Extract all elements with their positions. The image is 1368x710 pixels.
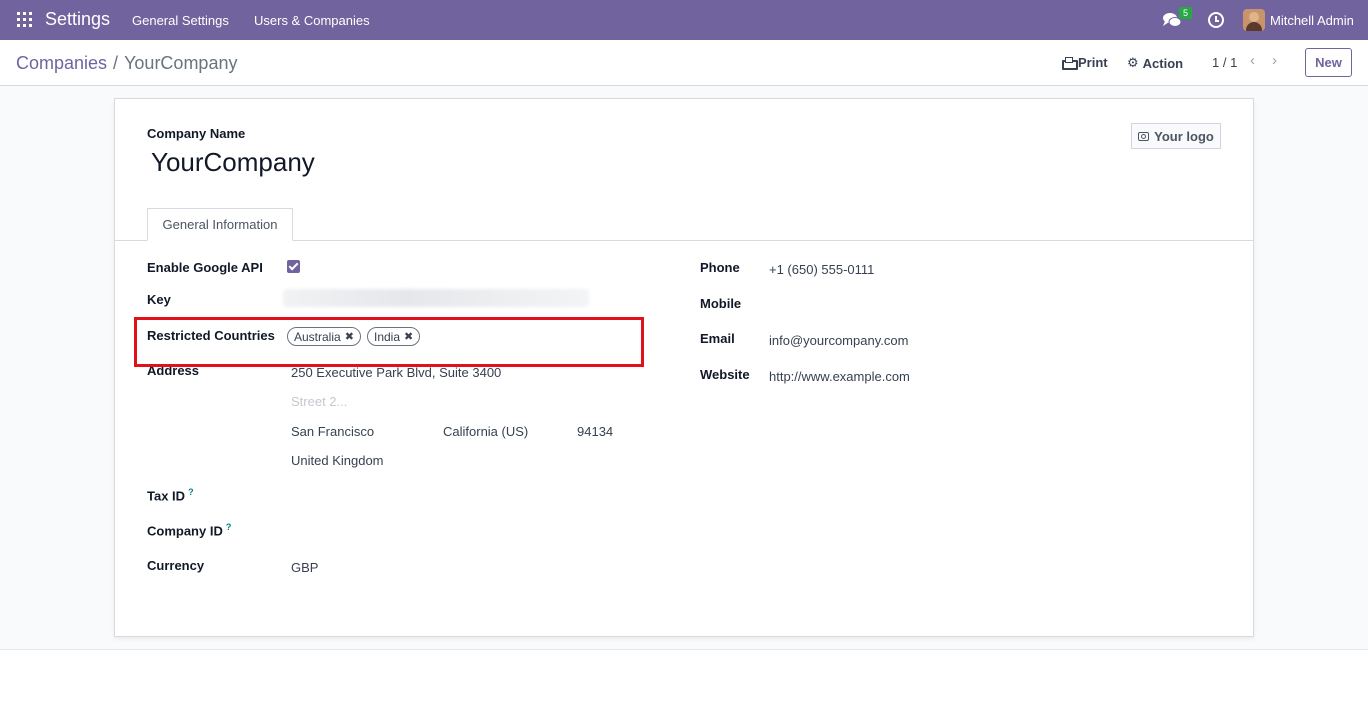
pager-previous-icon[interactable]: ‹	[1250, 52, 1255, 69]
logo-label: Your logo	[1154, 128, 1214, 144]
mobile-label: Mobile	[700, 296, 742, 311]
phone-input[interactable]: +1 (650) 555-0111	[769, 262, 874, 277]
breadcrumb-companies-link[interactable]: Companies	[16, 53, 107, 73]
control-panel: Companies / YourCompany Print ⚙ Action 1 /…	[0, 40, 1368, 86]
app-title[interactable]: Settings	[45, 9, 110, 30]
logo-upload-button[interactable]: Your logo	[1131, 123, 1221, 149]
street-input[interactable]: 250 Executive Park Blvd, Suite 3400	[291, 365, 501, 380]
currency-input[interactable]: GBP	[291, 560, 318, 575]
city-input[interactable]: San Francisco	[291, 424, 374, 439]
print-button[interactable]: Print	[1062, 55, 1108, 70]
form-view: Company Name YourCompany Your logo Gener…	[0, 86, 1368, 650]
user-menu[interactable]: Mitchell Admin	[1270, 13, 1354, 28]
avatar[interactable]	[1243, 9, 1265, 31]
email-label: Email	[700, 331, 735, 346]
phone-label: Phone	[700, 260, 740, 275]
pager-next-icon[interactable]: ›	[1272, 52, 1277, 69]
printer-icon	[1062, 57, 1078, 70]
zip-input[interactable]: 94134	[577, 424, 613, 439]
menu-users-companies[interactable]: Users & Companies	[254, 13, 370, 28]
website-label: Website	[700, 367, 750, 382]
form-sheet: Company Name YourCompany Your logo Gener…	[114, 98, 1254, 637]
clock-icon[interactable]	[1208, 12, 1224, 28]
country-input[interactable]: United Kingdom	[291, 453, 384, 468]
action-label: Action	[1142, 55, 1184, 71]
street2-input[interactable]: Street 2...	[291, 394, 347, 409]
camera-icon	[1138, 131, 1150, 141]
pager-value[interactable]: 1 / 1	[1212, 55, 1237, 70]
currency-label: Currency	[147, 558, 205, 573]
help-icon[interactable]: ?	[226, 522, 232, 532]
company-id-label: Company ID?	[147, 522, 232, 539]
menu-general-settings[interactable]: General Settings	[132, 13, 229, 28]
key-input-blurred[interactable]	[283, 289, 589, 307]
key-label: Key	[147, 292, 171, 307]
breadcrumb: Companies / YourCompany	[16, 53, 237, 74]
action-button[interactable]: ⚙ Action	[1127, 55, 1183, 71]
gear-icon: ⚙	[1127, 55, 1139, 70]
state-input[interactable]: California (US)	[443, 424, 528, 439]
company-name-label: Company Name	[147, 126, 246, 141]
tab-general-information[interactable]: General Information	[147, 208, 293, 241]
email-input[interactable]: info@yourcompany.com	[769, 333, 908, 348]
website-input[interactable]: http://www.example.com	[769, 369, 910, 384]
chat-badge: 5	[1179, 7, 1193, 19]
breadcrumb-separator: /	[113, 53, 119, 73]
breadcrumb-current: YourCompany	[124, 53, 238, 73]
new-button[interactable]: New	[1305, 48, 1352, 77]
restricted-countries-highlight	[134, 317, 644, 367]
print-label: Print	[1078, 55, 1108, 70]
company-name-input[interactable]: YourCompany	[151, 147, 315, 178]
google-api-label: Enable Google API	[147, 260, 263, 275]
top-navbar: Settings General Settings Users & Compan…	[0, 0, 1368, 40]
tax-id-label: Tax ID?	[147, 487, 194, 504]
google-api-checkbox[interactable]	[287, 260, 300, 273]
apps-menu-icon[interactable]	[17, 12, 32, 27]
help-icon[interactable]: ?	[188, 487, 194, 497]
